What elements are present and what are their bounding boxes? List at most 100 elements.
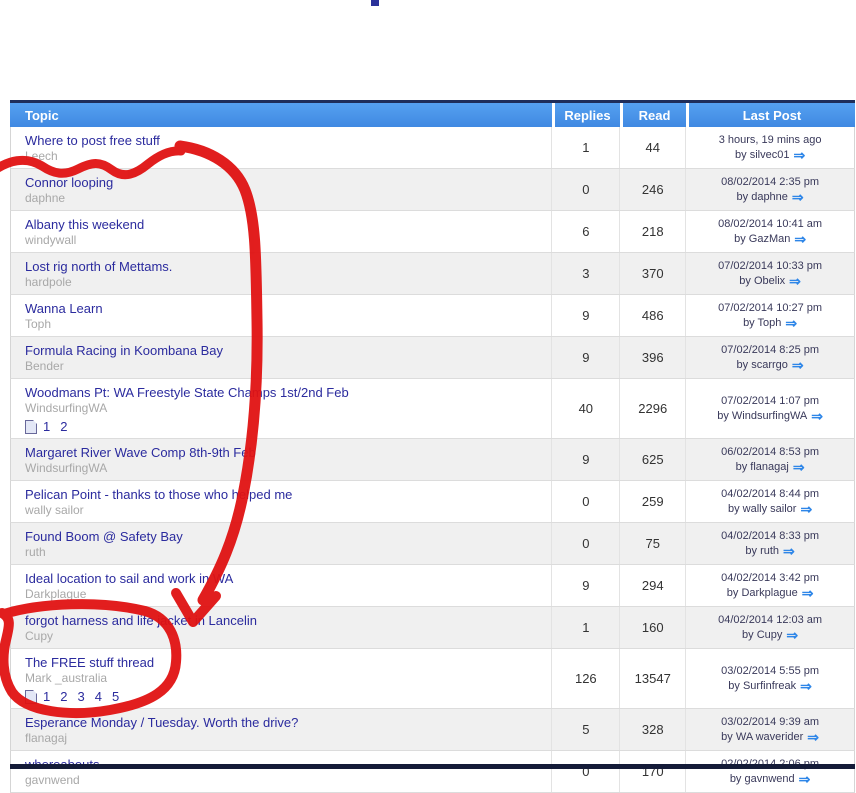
topic-title-link[interactable]: Where to post free stuff <box>25 132 543 149</box>
goto-last-post-icon[interactable]: ⇒ <box>811 411 823 422</box>
topic-title-link[interactable]: forgot harness and life jacket in Lancel… <box>25 612 543 629</box>
goto-last-post-icon[interactable]: ⇒ <box>792 192 804 203</box>
goto-last-post-icon[interactable]: ⇒ <box>783 546 795 557</box>
topic-cell: Wanna Learn Toph <box>11 295 551 336</box>
last-post-date: 04/02/2014 8:33 pm <box>721 529 819 544</box>
read-count: 170 <box>619 751 685 792</box>
table-row: Wanna Learn Toph 9 486 07/02/2014 10:27 … <box>10 295 855 337</box>
table-row: Connor looping daphne 0 246 08/02/2014 2… <box>10 169 855 211</box>
last-post-date: 3 hours, 19 mins ago <box>719 133 822 148</box>
page-document-icon <box>25 420 37 434</box>
goto-last-post-icon[interactable]: ⇒ <box>794 234 806 245</box>
topic-author: wally sailor <box>25 503 543 518</box>
goto-last-post-icon[interactable]: ⇒ <box>802 588 814 599</box>
topic-author: Bender <box>25 359 543 374</box>
last-post-user: by WindsurfingWA <box>717 409 807 424</box>
last-post-cell: 07/02/2014 10:33 pm by Obelix ⇒ <box>685 253 854 294</box>
page-number-link[interactable]: 1 <box>43 419 50 434</box>
topic-author: Darkplague <box>25 587 543 602</box>
last-post-cell: 07/02/2014 1:07 pm by WindsurfingWA ⇒ <box>685 379 854 438</box>
last-post-user: by ruth <box>745 544 779 559</box>
last-post-cell: 07/02/2014 10:27 pm by Toph ⇒ <box>685 295 854 336</box>
topic-pagination: 12 <box>25 419 543 434</box>
page-number-link[interactable]: 2 <box>60 419 67 434</box>
goto-last-post-icon[interactable]: ⇒ <box>800 504 812 515</box>
goto-last-post-icon[interactable]: ⇒ <box>793 150 805 161</box>
topic-title-link[interactable]: Margaret River Wave Comp 8th-9th Feb <box>25 444 543 461</box>
last-post-date: 03/02/2014 5:55 pm <box>721 664 819 679</box>
last-post-cell: 08/02/2014 10:41 am by GazMan ⇒ <box>685 211 854 252</box>
last-post-byline: by WindsurfingWA ⇒ <box>717 409 823 424</box>
topic-title-link[interactable]: Lost rig north of Mettams. <box>25 258 543 275</box>
last-post-date: 04/02/2014 12:03 am <box>718 613 822 628</box>
topic-author: WindsurfingWA <box>25 401 543 416</box>
goto-last-post-icon[interactable]: ⇒ <box>799 774 811 785</box>
topic-title-link[interactable]: Found Boom @ Safety Bay <box>25 528 543 545</box>
last-post-user: by Cupy <box>742 628 782 643</box>
last-post-user: by Obelix <box>739 274 785 289</box>
topic-cell: Pelican Point - thanks to those who help… <box>11 481 551 522</box>
last-post-byline: by Obelix ⇒ <box>739 274 801 289</box>
page-number-link[interactable]: 5 <box>112 689 119 704</box>
table-bottom-border <box>10 764 855 769</box>
topic-title-link[interactable]: Albany this weekend <box>25 216 543 233</box>
last-post-date: 08/02/2014 2:35 pm <box>721 175 819 190</box>
topic-cell: Lost rig north of Mettams. hardpole <box>11 253 551 294</box>
read-count: 396 <box>619 337 685 378</box>
stray-mark <box>371 0 379 6</box>
goto-last-post-icon[interactable]: ⇒ <box>786 630 798 641</box>
goto-last-post-icon[interactable]: ⇒ <box>800 681 812 692</box>
topic-rows: Where to post free stuff Leech 1 44 3 ho… <box>10 127 855 793</box>
table-row: Ideal location to sail and work in WA Da… <box>10 565 855 607</box>
goto-last-post-icon[interactable]: ⇒ <box>789 276 801 287</box>
topic-title-link[interactable]: Pelican Point - thanks to those who help… <box>25 486 543 503</box>
topic-author: Leech <box>25 149 543 164</box>
goto-last-post-icon[interactable]: ⇒ <box>792 360 804 371</box>
last-post-date: 03/02/2014 9:39 am <box>721 715 819 730</box>
page-number-link[interactable]: 2 <box>60 689 67 704</box>
replies-count: 3 <box>551 253 619 294</box>
topic-author: windywall <box>25 233 543 248</box>
table-row: Formula Racing in Koombana Bay Bender 9 … <box>10 337 855 379</box>
last-post-user: by Darkplague <box>727 586 798 601</box>
replies-count: 0 <box>551 523 619 564</box>
last-post-user: by Toph <box>743 316 781 331</box>
last-post-cell: 07/02/2014 8:25 pm by scarrgo ⇒ <box>685 337 854 378</box>
table-row: Pelican Point - thanks to those who help… <box>10 481 855 523</box>
topic-author: daphne <box>25 191 543 206</box>
last-post-user: by flanagaj <box>736 460 789 475</box>
topic-author: WindsurfingWA <box>25 461 543 476</box>
goto-last-post-icon[interactable]: ⇒ <box>785 318 797 329</box>
replies-count: 1 <box>551 127 619 168</box>
forum-topic-table: Topic Replies Read Last Post Where to po… <box>10 103 855 793</box>
read-count: 75 <box>619 523 685 564</box>
page-number-link[interactable]: 4 <box>95 689 102 704</box>
replies-count: 9 <box>551 295 619 336</box>
goto-last-post-icon[interactable]: ⇒ <box>793 462 805 473</box>
read-count: 44 <box>619 127 685 168</box>
last-post-user: by WA waverider <box>721 730 803 745</box>
topic-title-link[interactable]: Connor looping <box>25 174 543 191</box>
topic-title-link[interactable]: The FREE stuff thread <box>25 654 543 671</box>
table-header-row: Topic Replies Read Last Post <box>10 103 855 127</box>
last-post-user: by scarrgo <box>737 358 788 373</box>
goto-last-post-icon[interactable]: ⇒ <box>807 732 819 743</box>
last-post-user: by GazMan <box>734 232 790 247</box>
last-post-byline: by flanagaj ⇒ <box>736 460 805 475</box>
topic-title-link[interactable]: Wanna Learn <box>25 300 543 317</box>
last-post-byline: by ruth ⇒ <box>745 544 794 559</box>
last-post-user: by wally sailor <box>728 502 796 517</box>
last-post-byline: by WA waverider ⇒ <box>721 730 819 745</box>
table-row: Found Boom @ Safety Bay ruth 0 75 04/02/… <box>10 523 855 565</box>
last-post-cell: 04/02/2014 12:03 am by Cupy ⇒ <box>685 607 854 648</box>
topic-title-link[interactable]: Woodmans Pt: WA Freestyle State Champs 1… <box>25 384 543 401</box>
page-number-link[interactable]: 3 <box>77 689 84 704</box>
topic-title-link[interactable]: Esperance Monday / Tuesday. Worth the dr… <box>25 714 543 731</box>
topic-title-link[interactable]: Ideal location to sail and work in WA <box>25 570 543 587</box>
topic-title-link[interactable]: Formula Racing in Koombana Bay <box>25 342 543 359</box>
topic-author: Toph <box>25 317 543 332</box>
last-post-byline: by gavnwend ⇒ <box>730 772 811 787</box>
table-row: Where to post free stuff Leech 1 44 3 ho… <box>10 127 855 169</box>
last-post-cell: 04/02/2014 8:33 pm by ruth ⇒ <box>685 523 854 564</box>
page-number-link[interactable]: 1 <box>43 689 50 704</box>
